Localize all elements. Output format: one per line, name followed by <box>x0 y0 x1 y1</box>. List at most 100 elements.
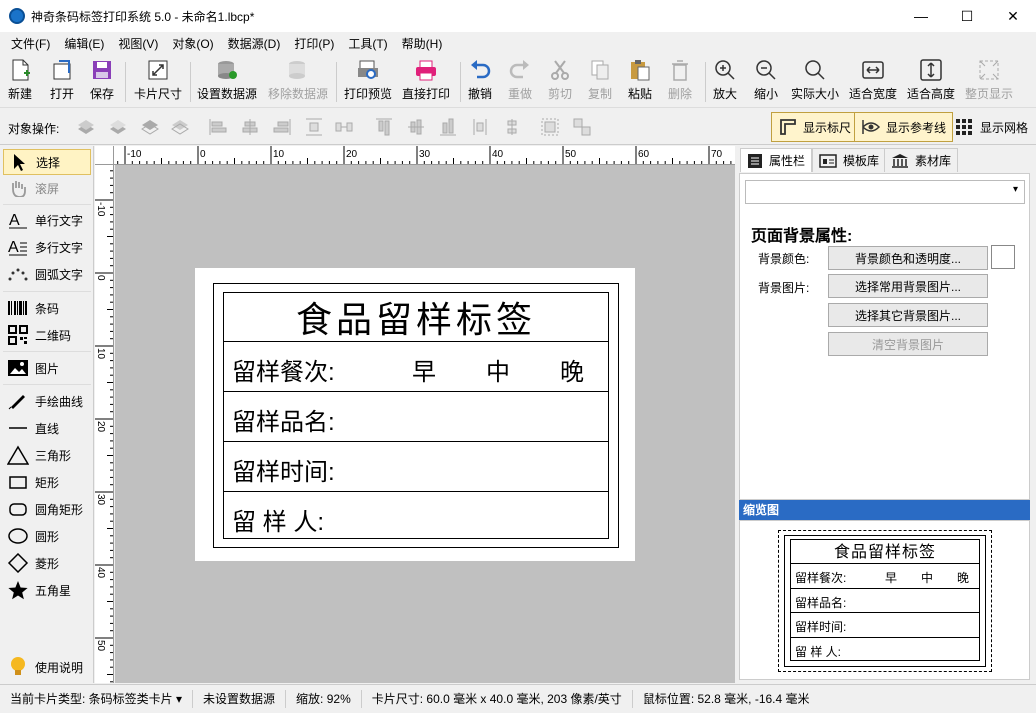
meal-option-breakfast: 早 <box>412 359 436 386</box>
actual-size-button[interactable]: 实际大小 <box>791 58 839 106</box>
same-width-icon[interactable] <box>470 117 490 137</box>
tab-templates[interactable]: 模板库 <box>812 148 887 172</box>
show-guides-toggle[interactable]: 显示参考线 <box>854 112 954 142</box>
zoom-in-button[interactable]: 放大 <box>713 58 737 106</box>
zoom-out-button[interactable]: 缩小 <box>754 58 778 106</box>
ruler-label: 20 <box>95 421 106 433</box>
align-left-icon[interactable] <box>208 117 228 137</box>
remove-datasource-button[interactable]: 移除数据源 <box>268 58 328 106</box>
send-back-icon[interactable] <box>170 117 190 137</box>
direct-print-button[interactable]: 直接打印 <box>402 58 450 106</box>
label-row-time[interactable]: 留样时间: <box>224 442 608 492</box>
bring-front-icon[interactable] <box>76 117 96 137</box>
card-size-button[interactable]: 卡片尺寸 <box>134 58 182 106</box>
bg-color-swatch[interactable] <box>991 245 1015 269</box>
maximize-button[interactable]: ☐ <box>944 0 990 32</box>
tool-freehand-label: 手绘曲线 <box>35 394 84 409</box>
fit-width-button[interactable]: 适合宽度 <box>849 58 897 106</box>
tool-select[interactable]: 选择 <box>3 149 91 175</box>
show-ruler-toggle[interactable]: 显示标尺 <box>771 112 859 142</box>
tool-round-rect[interactable]: 圆角矩形 <box>3 496 91 522</box>
label-title[interactable]: 食品留样标签 <box>224 293 608 342</box>
tab-assets[interactable]: 素材库 <box>884 148 959 172</box>
delete-button[interactable]: 删除 <box>668 58 692 106</box>
window-title: 神奇条码标签打印系统 5.0 - 未命名1.lbcp* <box>31 9 255 24</box>
show-grid-toggle[interactable]: 显示网格 <box>954 112 1028 142</box>
copy-button[interactable]: 复制 <box>588 58 612 106</box>
redo-button[interactable]: 重做 <box>508 58 532 106</box>
close-button[interactable]: ✕ <box>990 0 1036 32</box>
cut-button[interactable]: 剪切 <box>548 58 572 106</box>
status-card-type[interactable]: 当前卡片类型: 条码标签类卡片 ▾ <box>0 690 194 708</box>
tool-freehand[interactable]: 手绘曲线 <box>3 388 91 414</box>
print-preview-button[interactable]: 打印预览 <box>344 58 392 106</box>
label-card[interactable]: 食品留样标签 留样餐次: 早 中 晚 留样品名: 留样时间: 留 样 人: <box>195 268 635 561</box>
tool-arc-text[interactable]: 圆弧文字 <box>3 261 91 287</box>
menu-tools[interactable]: 工具(T) <box>341 32 394 56</box>
distribute-v-icon[interactable] <box>334 117 354 137</box>
tool-round-rect-label: 圆角矩形 <box>35 502 84 517</box>
align-top-icon[interactable] <box>374 117 394 137</box>
fit-height-button[interactable]: 适合高度 <box>907 58 955 106</box>
tool-multi-text-label: 多行文字 <box>35 240 84 255</box>
ruler-label: 30 <box>419 149 431 160</box>
preview-panel[interactable]: 食品留样标签 留样餐次: 早 中 晚 留样品名: 留样时间: 留 样 人: <box>739 520 1030 680</box>
tool-single-text[interactable]: A 单行文字 <box>3 207 91 233</box>
fit-width-label: 适合宽度 <box>849 87 898 101</box>
tool-scroll[interactable]: 滚屏 <box>3 175 91 201</box>
bg-color-button[interactable]: 背景颜色和透明度... <box>828 246 988 270</box>
align-middle-icon[interactable] <box>406 117 426 137</box>
minimize-button[interactable]: — <box>898 0 944 32</box>
tool-diamond[interactable]: 菱形 <box>3 550 91 576</box>
tab-properties[interactable]: 属性栏 <box>740 148 813 172</box>
align-right-icon[interactable] <box>272 117 292 137</box>
label-row-item[interactable]: 留样品名: <box>224 392 608 442</box>
menu-object[interactable]: 对象(O) <box>165 32 220 56</box>
tool-multi-text[interactable]: A 多行文字 <box>3 234 91 260</box>
set-datasource-button[interactable]: 设置数据源 <box>197 58 257 106</box>
bring-forward-icon[interactable] <box>108 117 128 137</box>
menu-datasource[interactable]: 数据源(D) <box>221 32 288 56</box>
same-height-icon[interactable] <box>502 117 522 137</box>
new-button[interactable]: 新建 <box>8 58 32 106</box>
open-button[interactable]: 打开 <box>50 58 74 106</box>
tool-line[interactable]: 直线 <box>3 415 91 441</box>
arc-text-icon <box>7 264 29 284</box>
show-guides-label: 显示参考线 <box>886 120 947 135</box>
open-icon <box>51 59 73 81</box>
tool-circle[interactable]: 圆形 <box>3 523 91 549</box>
clear-bg-image-button[interactable]: 清空背景图片 <box>828 332 988 356</box>
ruler-label: 0 <box>95 275 106 281</box>
ungroup-icon[interactable] <box>572 117 592 137</box>
tool-barcode[interactable]: 条码 <box>3 295 91 321</box>
menu-file[interactable]: 文件(F) <box>4 32 57 56</box>
group-icon[interactable] <box>540 117 560 137</box>
bg-common-image-button[interactable]: 选择常用背景图片... <box>828 274 988 298</box>
object-selector-dropdown[interactable]: ▾ <box>745 180 1025 204</box>
menu-view[interactable]: 视图(V) <box>111 32 165 56</box>
help-button[interactable]: 使用说明 <box>3 654 91 680</box>
fit-page-button[interactable]: 整页显示 <box>965 58 1013 106</box>
label-row-person[interactable]: 留 样 人: <box>224 492 608 538</box>
paste-button[interactable]: 粘贴 <box>628 58 652 106</box>
bg-other-image-button[interactable]: 选择其它背景图片... <box>828 303 988 327</box>
menu-help[interactable]: 帮助(H) <box>395 32 450 56</box>
tool-rect[interactable]: 矩形 <box>3 469 91 495</box>
tool-qrcode[interactable]: 二维码 <box>3 322 91 348</box>
save-button[interactable]: 保存 <box>90 58 114 106</box>
preview-row-item: 留样品名: <box>791 589 979 613</box>
grid-icon <box>956 119 972 135</box>
send-backward-icon[interactable] <box>140 117 160 137</box>
undo-button[interactable]: 撤销 <box>468 58 492 106</box>
tool-image[interactable]: 图片 <box>3 355 91 381</box>
distribute-h-icon[interactable] <box>304 117 324 137</box>
menu-print[interactable]: 打印(P) <box>287 32 341 56</box>
paste-label: 粘贴 <box>628 87 653 101</box>
align-center-icon[interactable] <box>240 117 260 137</box>
align-bottom-icon[interactable] <box>438 117 458 137</box>
menu-edit[interactable]: 编辑(E) <box>57 32 111 56</box>
label-row-meal[interactable]: 留样餐次: 早 中 晚 <box>224 342 608 392</box>
tool-star[interactable]: 五角星 <box>3 577 91 603</box>
tool-triangle[interactable]: 三角形 <box>3 442 91 468</box>
label-table[interactable]: 食品留样标签 留样餐次: 早 中 晚 留样品名: 留样时间: 留 样 人: <box>223 292 609 539</box>
